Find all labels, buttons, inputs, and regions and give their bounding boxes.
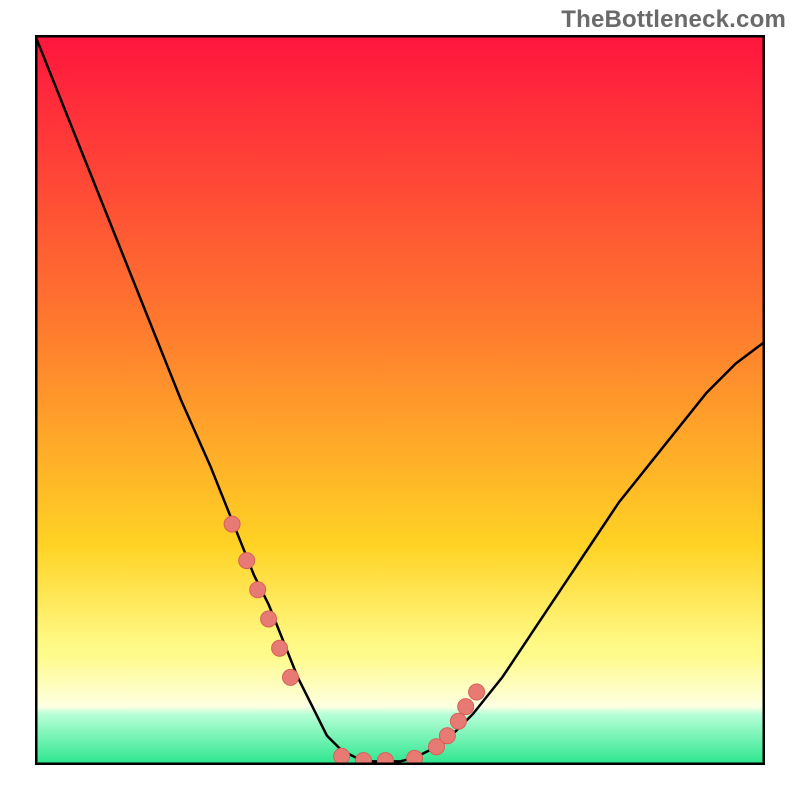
data-marker (239, 553, 255, 569)
data-marker (272, 640, 288, 656)
plot-area (35, 35, 765, 765)
data-marker (450, 713, 466, 729)
data-marker (458, 699, 474, 715)
data-marker (261, 611, 277, 627)
data-marker (250, 582, 266, 598)
data-marker (469, 684, 485, 700)
bottleneck-chart (35, 35, 765, 765)
data-marker (283, 669, 299, 685)
data-marker (224, 516, 240, 532)
gradient-background (35, 35, 765, 765)
data-marker (439, 728, 455, 744)
chart-frame: TheBottleneck.com (0, 0, 800, 800)
data-marker (334, 748, 350, 764)
watermark-text: TheBottleneck.com (561, 6, 786, 34)
